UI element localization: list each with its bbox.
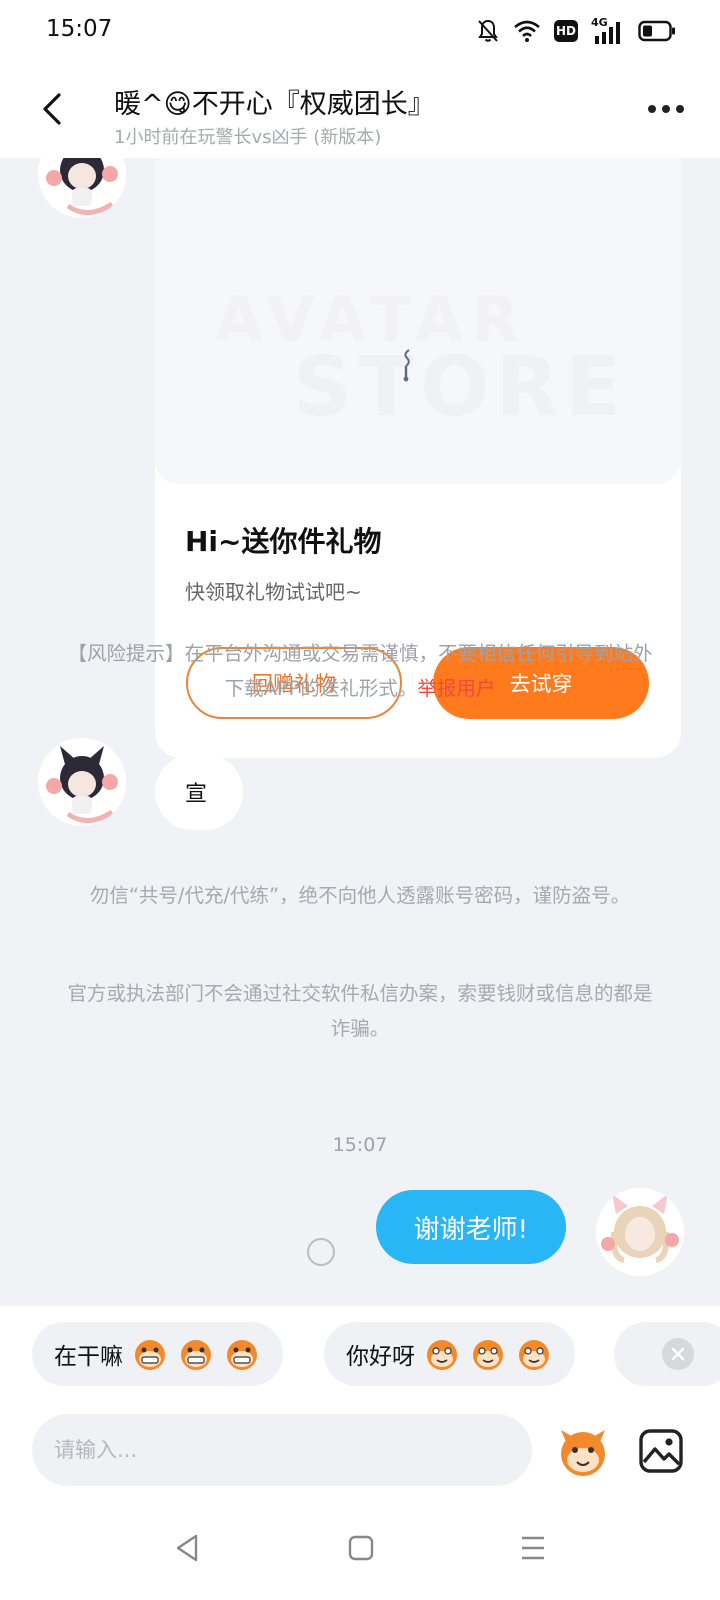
nav-home-icon[interactable] [346,1530,376,1566]
nav-recents-icon[interactable] [518,1530,548,1566]
risk-warning-notice: 【风险提示】在平台外沟通或交易需谨慎，不要相信任何引导到站外下载APP的送礼形式… [60,636,660,706]
sent-message-text: 谢谢老师! [413,1214,528,1245]
chat-messages-area[interactable]: AVATAR STORE Hi~送你件礼物 快领取礼物试试吧~ 回赠礼物 去试穿… [0,158,720,1306]
contact-activity-status: 1小时前在玩警长vs凶手 (新版本) [114,127,382,148]
image-picker-icon[interactable] [638,1428,684,1474]
status-icons: HD 4G [476,16,676,44]
quick-reply-chip[interactable]: 你好呀 [324,1322,575,1386]
hd-icon: HD [554,20,578,42]
sender-avatar[interactable] [38,738,126,826]
quick-reply-chip[interactable]: 在干嘛 [32,1322,283,1386]
girl-photo-avatar-image [596,1188,684,1276]
status-bar: 15:07 HD 4G [0,0,720,64]
smiling-monkey-emoji-icon [427,1340,457,1370]
grinning-monkey-emoji-icon [181,1340,211,1370]
bell-off-icon [478,19,498,42]
chevron-left-icon [43,93,61,125]
wifi-icon [514,20,540,42]
report-user-link[interactable]: 举报用户 [417,677,495,700]
received-message-bubble[interactable]: 宣 [155,754,243,830]
grinning-monkey-emoji-icon [227,1340,257,1370]
message-timestamp: 15:07 [332,1134,388,1156]
emoji-sticker-button[interactable] [553,1422,613,1482]
back-button[interactable] [32,84,72,134]
system-notice-account-safety: 勿信“共号/代充/代练”，绝不向他人透露账号密码，谨防盗号。 [89,884,631,907]
gift-banner: AVATAR STORE [155,158,681,484]
more-options-button[interactable] [642,94,690,124]
hd-label: HD [555,24,576,38]
contact-name[interactable]: 暖^😋不开心『权威团长』 [114,82,435,121]
chat-header: 暖^😋不开心『权威团长』 1小时前在玩警长vs凶手 (新版本) [0,64,720,158]
my-avatar[interactable] [596,1188,684,1276]
quick-reply-label: 你好呀 [346,1344,415,1370]
sent-message-bubble[interactable]: 谢谢老师! [375,1190,566,1264]
smiling-monkey-emoji-icon [473,1340,503,1370]
message-input-bar [0,1400,720,1500]
sender-avatar[interactable] [38,158,126,218]
close-quick-replies-button[interactable] [662,1338,694,1370]
gift-card-title: Hi~送你件礼物 [185,525,382,558]
quick-reply-bar: 在干嘛 你好呀 [0,1306,720,1400]
anime-cat-girl-avatar-image [38,158,126,218]
close-icon [671,1347,685,1361]
grinning-monkey-emoji-icon [135,1340,165,1370]
risk-warning-text: 【风险提示】在平台外沟通或交易需谨慎，不要相信任何引导到站外下载APP的送礼形式… [67,642,653,700]
smiling-monkey-emoji-icon [519,1340,549,1370]
message-input[interactable] [32,1414,532,1486]
gift-card-subtitle: 快领取礼物试试吧~ [185,580,362,604]
system-notice-fraud-warning: 官方或执法部门不会通过社交软件私信办案，索要钱财或信息的都是诈骗。 [67,982,653,1040]
nav-back-icon[interactable] [172,1530,202,1566]
quick-reply-label: 在干嘛 [54,1344,123,1370]
system-navigation-bar [0,1500,720,1600]
battery-icon [638,20,675,42]
signal-4g-icon: 4G [591,16,625,44]
banner-watermark-line2: STORE [293,340,627,435]
status-time: 15:07 [46,16,113,42]
received-message-text: 宣 [185,782,208,807]
hanging-charm-icon [403,349,410,382]
message-sending-status-icon [307,1238,335,1266]
anime-cat-girl-avatar-image [38,738,126,826]
network-label: 4G [591,16,608,29]
more-dots-icon [648,105,656,113]
